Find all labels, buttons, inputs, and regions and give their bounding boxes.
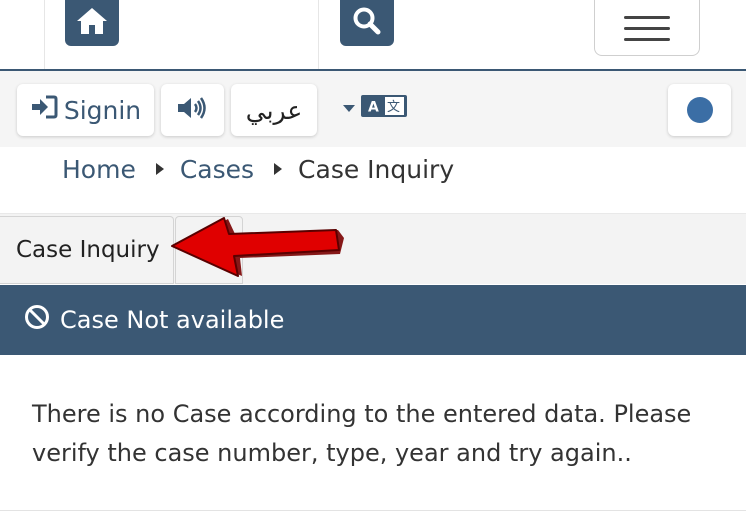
sign-in-icon [30,95,58,125]
top-nav-bar [0,0,746,70]
text-to-speech-button[interactable] [161,84,224,136]
svg-text:文: 文 [387,100,400,115]
hamburger-icon-bar [624,27,670,30]
red-arrow-annotation [171,217,344,277]
circle-icon [686,97,713,123]
case-not-available-alert: Case Not available [0,285,746,355]
alert-title: Case Not available [60,306,285,334]
nav-divider [318,0,319,70]
caret-right-icon [155,163,164,175]
caret-right-icon [274,163,283,175]
tab-case-inquiry-label: Case Inquiry [16,237,160,263]
contrast-toggle-button[interactable] [668,84,731,136]
speaker-icon [176,95,210,125]
chevron-down-icon [343,104,355,112]
tab-case-inquiry[interactable]: Case Inquiry [0,216,174,284]
hamburger-menu-button[interactable] [594,0,700,56]
content-divider [0,510,746,511]
ban-icon [24,304,50,336]
arabic-label: عربي [245,95,303,125]
arabic-language-button[interactable]: عربي [231,84,317,136]
language-dropdown[interactable]: A 文 [343,93,407,123]
breadcrumb-current: Case Inquiry [298,154,455,184]
home-button[interactable] [65,0,119,46]
breadcrumb-cases-link[interactable]: Cases [180,155,254,184]
no-case-message: There is no Case according to the entere… [32,400,692,467]
breadcrumb-home-link[interactable]: Home [62,155,136,184]
signin-button[interactable]: Signin [17,84,154,136]
breadcrumb: Home Cases Case Inquiry [62,147,454,191]
utility-toolbar: Signin عربي A 文 [0,71,746,147]
svg-text:A: A [368,100,379,116]
hamburger-icon-bar [624,38,670,41]
home-icon [75,6,109,40]
tab-bar: Case Inquiry [0,214,746,284]
hamburger-icon-bar [624,16,670,19]
search-icon [350,6,384,40]
search-button[interactable] [340,0,394,46]
translate-icon: A 文 [361,94,407,122]
nav-divider [44,0,45,70]
signin-label: Signin [63,95,142,125]
